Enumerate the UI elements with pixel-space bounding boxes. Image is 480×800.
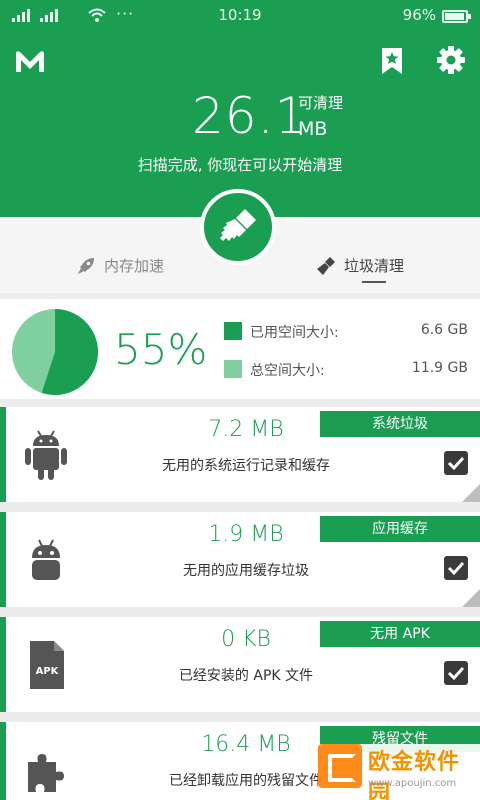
junk-item-system[interactable]: 系统垃圾 7.2 MB 无用的系统运行记录和缓存 — [0, 407, 480, 502]
puzzle-icon — [28, 754, 64, 792]
broom-icon — [220, 209, 256, 241]
item-description: 无用的应用缓存垃圾 — [183, 563, 309, 579]
clean-button[interactable] — [200, 189, 276, 265]
tab-label: 内存加速 — [104, 257, 165, 275]
expand-corner-icon[interactable] — [462, 484, 480, 502]
checkmark-icon — [447, 666, 465, 681]
item-description: 已经安装的 APK 文件 — [178, 668, 314, 684]
battery-icon — [442, 10, 471, 23]
item-size: 1.9 MB — [208, 522, 284, 547]
checkmark-icon — [447, 456, 465, 471]
android-icon — [25, 430, 67, 480]
junk-item-apk[interactable]: 无用 APK 0 KB 已经安装的 APK 文件 APK — [0, 617, 480, 712]
tab-junk-clean[interactable]: 垃圾清理 — [316, 255, 404, 276]
tab-label: 垃圾清理 — [344, 257, 405, 275]
item-description: 无用的系统运行记录和缓存 — [162, 458, 330, 474]
apk-icon-text: APK — [36, 666, 60, 677]
battery-percent: 96% — [402, 6, 436, 24]
storage-panel: 55% 已用空间大小: 6.6 GB 总空间大小: 11.9 GB — [0, 299, 480, 399]
item-checkbox[interactable] — [444, 451, 468, 475]
bookmark-star-icon[interactable] — [380, 47, 404, 75]
android-head-icon — [32, 539, 60, 580]
item-checkbox[interactable] — [444, 661, 468, 685]
expand-corner-icon[interactable] — [462, 589, 480, 607]
item-checkbox[interactable] — [444, 556, 468, 580]
settings-gear-icon[interactable] — [436, 45, 466, 75]
scan-message: 扫描完成, 你现在可以开始清理 — [137, 156, 343, 174]
status-bar: ··· 10:19 96% — [0, 0, 480, 32]
legend-total: 总空间大小: 11.9 GB — [224, 359, 468, 379]
rocket-icon — [78, 257, 94, 274]
app-logo — [16, 51, 44, 72]
active-tab-indicator — [362, 281, 386, 283]
header: ··· 10:19 96% 26.1 可清理 MB 扫描完成, 你现在可以开始清… — [0, 0, 480, 217]
watermark-text: 欧金软件园 — [368, 750, 461, 800]
cleanable-unit: MB — [298, 118, 328, 140]
checkmark-icon — [447, 561, 465, 576]
cleanable-label: 可清理 — [298, 94, 344, 112]
legend-used: 已用空间大小: 6.6 GB — [224, 321, 468, 341]
watermark: 欧金软件园 www.apoujin.com — [318, 744, 480, 800]
used-swatch — [224, 322, 242, 340]
total-swatch — [224, 360, 242, 378]
tab-memory-boost[interactable]: 内存加速 — [76, 255, 164, 276]
total-value: 11.9 GB — [411, 360, 468, 376]
watermark-logo — [318, 744, 362, 788]
apk-file-icon: APK — [30, 641, 64, 689]
item-size: 7.2 MB — [208, 417, 284, 442]
total-label: 总空间大小: — [250, 363, 325, 379]
watermark-url: www.apoujin.com — [368, 778, 457, 789]
app-root: ··· 10:19 96% 26.1 可清理 MB 扫描完成, 你现在可以开始清… — [0, 0, 480, 800]
broom-icon — [317, 256, 335, 275]
junk-item-app-cache[interactable]: 应用缓存 1.9 MB 无用的应用缓存垃圾 — [0, 512, 480, 607]
storage-pie-chart — [12, 309, 98, 395]
used-percent: 55% — [114, 325, 208, 374]
item-size: 0 KB — [221, 627, 271, 652]
used-label: 已用空间大小: — [250, 325, 339, 341]
cleanable-size: 26.1 — [192, 87, 308, 145]
used-value: 6.6 GB — [420, 322, 468, 338]
